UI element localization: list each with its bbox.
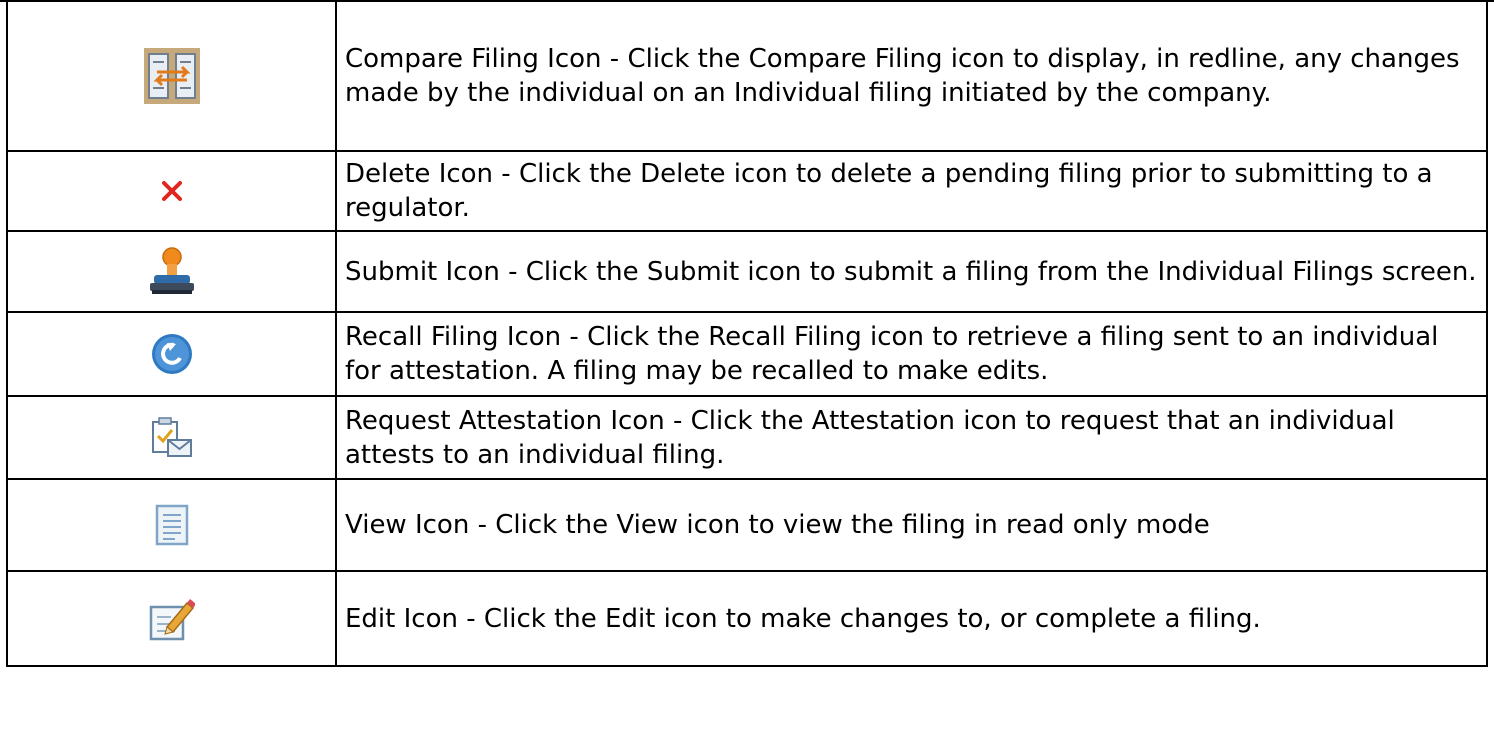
row-description: Request Attestation Icon - Click the Att… (335, 395, 1488, 480)
icon-cell (6, 311, 337, 397)
row-description: Compare Filing Icon - Click the Compare … (335, 0, 1488, 152)
row-description: Delete Icon - Click the Delete icon to d… (335, 150, 1488, 232)
table-row: Request Attestation Icon - Click the Att… (6, 395, 1488, 480)
view-icon (155, 504, 189, 546)
table-row: Edit Icon - Click the Edit icon to make … (6, 570, 1488, 667)
icon-cell (6, 230, 337, 313)
compare-filing-icon (143, 48, 200, 104)
icon-legend-table: Compare Filing Icon - Click the Compare … (6, 0, 1488, 667)
table-row: Submit Icon - Click the Submit icon to s… (6, 230, 1488, 313)
table-row: Compare Filing Icon - Click the Compare … (6, 0, 1488, 152)
icon-cell (6, 570, 337, 667)
request-attestation-icon (150, 416, 194, 457)
row-description: Submit Icon - Click the Submit icon to s… (335, 230, 1488, 313)
table-row: Delete Icon - Click the Delete icon to d… (6, 150, 1488, 232)
delete-icon (161, 181, 183, 201)
submit-stamp-icon (147, 246, 197, 294)
edit-icon (149, 598, 195, 640)
table-row: Recall Filing Icon - Click the Recall Fi… (6, 311, 1488, 397)
row-description: View Icon - Click the View icon to view … (335, 478, 1488, 572)
table-row: View Icon - Click the View icon to view … (6, 478, 1488, 572)
row-description: Recall Filing Icon - Click the Recall Fi… (335, 311, 1488, 397)
icon-cell (6, 0, 337, 152)
icon-cell (6, 395, 337, 480)
recall-filing-icon (150, 334, 194, 374)
row-description: Edit Icon - Click the Edit icon to make … (335, 570, 1488, 667)
icon-cell (6, 150, 337, 232)
icon-cell (6, 478, 337, 572)
